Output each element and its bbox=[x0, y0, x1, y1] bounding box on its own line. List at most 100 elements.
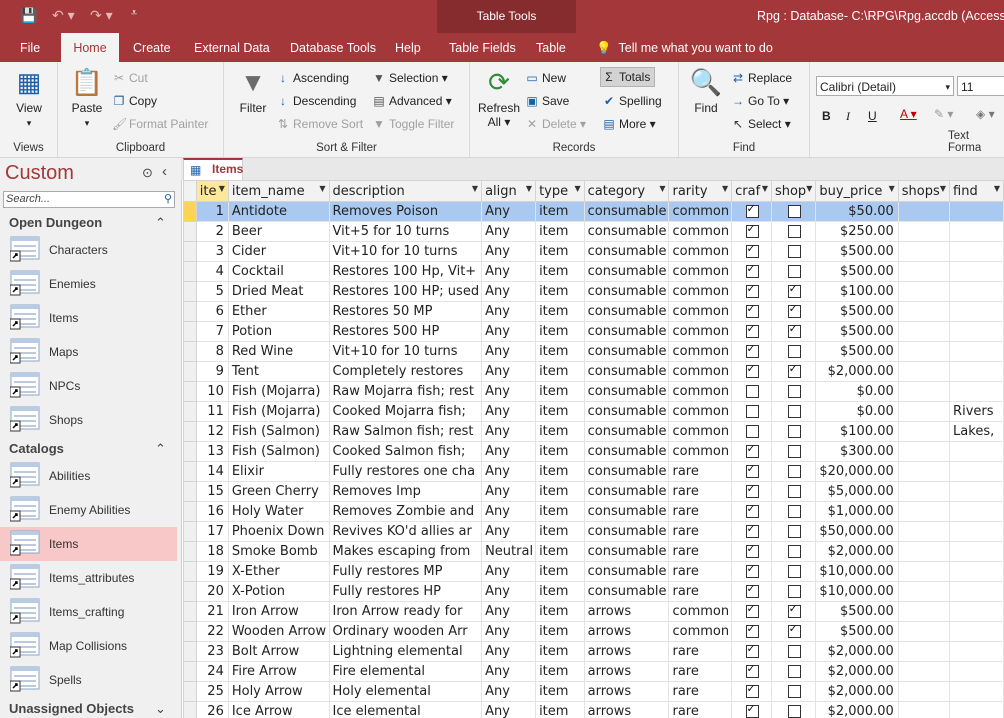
table-row[interactable]: 21 Iron Arrow Iron Arrow ready for Any item a… bbox=[183, 601, 1004, 622]
checkbox-unchecked[interactable] bbox=[745, 385, 759, 398]
column-header-shops[interactable]: shops ▼ bbox=[897, 180, 951, 202]
font-size-select[interactable]: 11 bbox=[957, 76, 1004, 96]
cell-ite[interactable]: 17 bbox=[195, 521, 229, 542]
checkbox-unchecked[interactable] bbox=[787, 525, 801, 538]
cell-item-name[interactable]: X-Ether bbox=[227, 561, 330, 582]
nav-section-header[interactable]: Catalogs ⌃ bbox=[9, 441, 166, 456]
cell-description[interactable]: Removes Poison bbox=[328, 201, 483, 222]
table-row[interactable]: 12 Fish (Salmon) Raw Salmon fish; rest Any i… bbox=[183, 421, 1004, 442]
cell-find[interactable] bbox=[949, 661, 1004, 682]
column-header-find[interactable]: find ▼ bbox=[949, 180, 1004, 202]
cell-find[interactable] bbox=[949, 381, 1004, 402]
checkbox-checked[interactable] bbox=[745, 603, 759, 618]
column-filter-arrow-icon[interactable]: ▼ bbox=[319, 184, 325, 193]
cell-align[interactable]: Any bbox=[481, 621, 537, 642]
table-row[interactable]: 1 Antidote Removes Poison Any item consumable… bbox=[183, 201, 1004, 222]
cell-find[interactable] bbox=[949, 301, 1004, 322]
cell-type[interactable]: item bbox=[535, 621, 585, 642]
cell-ite[interactable]: 1 bbox=[195, 201, 229, 222]
cell-find[interactable] bbox=[949, 521, 1004, 542]
cell-type[interactable]: item bbox=[535, 581, 585, 602]
checkbox-checked[interactable] bbox=[787, 283, 801, 298]
cell-align[interactable]: Any bbox=[481, 641, 537, 662]
selection-button[interactable]: ▼ Selection ▾ bbox=[372, 71, 448, 85]
record-selector[interactable] bbox=[183, 661, 197, 682]
checkbox-checked[interactable] bbox=[745, 363, 759, 378]
cell-shops[interactable] bbox=[897, 301, 951, 322]
cell-description[interactable]: Removes Imp bbox=[328, 481, 483, 502]
nav-item-abilities[interactable]: Abilities bbox=[0, 459, 177, 493]
cell-item-name[interactable]: Beer bbox=[227, 221, 330, 242]
cell-craf-checkbox[interactable] bbox=[731, 521, 772, 542]
column-header-ite[interactable]: ite ▼ bbox=[195, 180, 229, 202]
cell-rarity[interactable]: rare bbox=[668, 521, 733, 542]
cell-find[interactable] bbox=[949, 261, 1004, 282]
tab-table[interactable]: Table bbox=[528, 33, 574, 62]
record-selector[interactable] bbox=[183, 401, 197, 422]
checkbox-unchecked[interactable] bbox=[787, 265, 801, 278]
highlight-button[interactable]: ✎ ▾ bbox=[934, 107, 953, 121]
cell-ite[interactable]: 2 bbox=[195, 221, 229, 242]
cell-ite[interactable]: 21 bbox=[195, 601, 229, 622]
checkbox-unchecked[interactable] bbox=[787, 585, 801, 598]
cell-buy-price[interactable]: $250.00 bbox=[815, 221, 899, 242]
tab-database-tools[interactable]: Database Tools bbox=[282, 33, 384, 62]
cell-align[interactable]: Any bbox=[481, 421, 537, 442]
cell-craf-checkbox[interactable] bbox=[731, 681, 772, 702]
cell-find[interactable] bbox=[949, 581, 1004, 602]
cell-category[interactable]: arrows bbox=[583, 681, 670, 702]
cell-rarity[interactable]: rare bbox=[668, 561, 733, 582]
cell-align[interactable]: Any bbox=[481, 501, 537, 522]
italic-button[interactable]: I bbox=[846, 109, 850, 124]
new-record-button[interactable]: ▭ New bbox=[525, 71, 566, 85]
cell-category[interactable]: consumable bbox=[583, 481, 670, 502]
view-button[interactable]: ▦ View ▾ bbox=[8, 66, 50, 129]
cell-item-name[interactable]: Red Wine bbox=[227, 341, 330, 362]
cell-type[interactable]: item bbox=[535, 381, 585, 402]
undo-icon[interactable]: ↶ ▾ bbox=[52, 7, 75, 24]
column-filter-arrow-icon[interactable]: ▼ bbox=[472, 184, 478, 193]
cell-shop-checkbox[interactable] bbox=[770, 341, 817, 362]
checkbox-checked[interactable] bbox=[745, 343, 759, 358]
cell-item-name[interactable]: X-Potion bbox=[227, 581, 330, 602]
nav-item-items-crafting[interactable]: Items_crafting bbox=[0, 595, 177, 629]
cell-shop-checkbox[interactable] bbox=[770, 221, 817, 242]
nav-item-spells[interactable]: Spells bbox=[0, 663, 177, 697]
checkbox-checked[interactable] bbox=[745, 203, 759, 218]
checkbox-unchecked[interactable] bbox=[787, 685, 801, 698]
cell-category[interactable]: consumable bbox=[583, 381, 670, 402]
totals-button[interactable]: Σ Totals bbox=[600, 67, 656, 87]
cell-align[interactable]: Any bbox=[481, 321, 537, 342]
cell-buy-price[interactable]: $500.00 bbox=[815, 241, 899, 262]
cell-buy-price[interactable]: $100.00 bbox=[815, 281, 899, 302]
record-selector[interactable] bbox=[183, 581, 197, 602]
column-filter-arrow-icon[interactable]: ▼ bbox=[219, 184, 225, 193]
nav-item-characters[interactable]: Characters bbox=[0, 233, 177, 267]
cell-type[interactable]: item bbox=[535, 701, 585, 718]
cell-item-name[interactable]: Holy Water bbox=[227, 501, 330, 522]
cell-category[interactable]: consumable bbox=[583, 401, 670, 422]
cell-type[interactable]: item bbox=[535, 441, 585, 462]
table-row[interactable]: 10 Fish (Mojarra) Raw Mojarra fish; rest An… bbox=[183, 381, 1004, 402]
cell-craf-checkbox[interactable] bbox=[731, 461, 772, 482]
column-header-align[interactable]: align ▼ bbox=[481, 180, 537, 202]
cell-shops[interactable] bbox=[897, 281, 951, 302]
cell-find[interactable] bbox=[949, 281, 1004, 302]
cell-find[interactable]: Lakes, bbox=[949, 421, 1004, 442]
cell-shop-checkbox[interactable] bbox=[770, 701, 817, 718]
nav-item-shops[interactable]: Shops bbox=[0, 403, 177, 437]
cell-buy-price[interactable]: $500.00 bbox=[815, 321, 899, 342]
column-filter-arrow-icon[interactable]: ▼ bbox=[889, 184, 895, 193]
cell-shops[interactable] bbox=[897, 261, 951, 282]
cell-shops[interactable] bbox=[897, 681, 951, 702]
record-selector[interactable] bbox=[183, 561, 197, 582]
descending-button[interactable]: ↓ Descending bbox=[276, 94, 356, 108]
record-selector[interactable] bbox=[183, 541, 197, 562]
cell-shops[interactable] bbox=[897, 561, 951, 582]
cell-item-name[interactable]: Phoenix Down bbox=[227, 521, 330, 542]
nav-item-map-collisions[interactable]: Map Collisions bbox=[0, 629, 177, 663]
cell-shops[interactable] bbox=[897, 541, 951, 562]
collapse-pane-icon[interactable]: ‹ bbox=[162, 163, 167, 180]
record-selector[interactable] bbox=[183, 381, 197, 402]
cell-shop-checkbox[interactable] bbox=[770, 481, 817, 502]
